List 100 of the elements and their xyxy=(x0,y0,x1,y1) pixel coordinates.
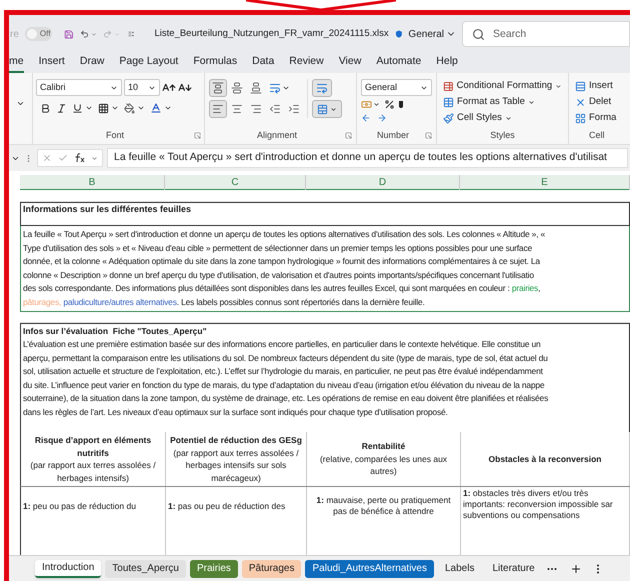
table-header-cell: Obstacles à la reconversion xyxy=(461,432,630,486)
font-color-icon[interactable] xyxy=(150,102,162,114)
table-cell-text: 1: peu ou pas de réduction du xyxy=(23,501,137,512)
wrap-text-button[interactable] xyxy=(312,79,332,97)
sensitivity-button[interactable]: General xyxy=(408,26,456,42)
top-align-button[interactable] xyxy=(209,79,227,97)
column-header[interactable]: B xyxy=(20,175,165,190)
menu-tab[interactable]: View xyxy=(338,53,362,73)
sheet-tab[interactable]: Literature xyxy=(485,560,542,578)
left-align-button[interactable] xyxy=(209,100,227,118)
sheet-tab[interactable]: Introduction xyxy=(35,560,102,578)
underline-caret-icon[interactable] xyxy=(85,104,93,112)
column-header[interactable]: D xyxy=(306,175,460,190)
insert-rows-icon xyxy=(575,80,586,92)
percent-icon[interactable] xyxy=(384,99,395,110)
paintbrush-icon xyxy=(443,112,454,124)
autosave-label: re xyxy=(10,28,19,42)
menu-tab[interactable]: Review xyxy=(289,53,324,73)
menu-tab[interactable]: Help xyxy=(436,53,458,73)
section-title: Infos sur l’évaluation Fiche "Toutes_Aperçu" xyxy=(23,325,208,338)
wrap-text-icon xyxy=(316,82,328,94)
caret-icon xyxy=(528,98,535,106)
middle-align-icon xyxy=(231,82,243,94)
sheet-tab[interactable]: Labels xyxy=(438,560,482,578)
table-header-cell: Potentiel de réduction des GESg (par rapport aux terres assolées / herbages intensifs sur sols marécageux) xyxy=(166,432,307,486)
column-header[interactable]: E xyxy=(460,175,630,190)
window-title: Liste_Beurteilung_Nutzungen_FR_vamr_20241115.xlsx xyxy=(154,26,389,41)
comma-style-icon[interactable] xyxy=(399,101,403,108)
orientation-icon[interactable] xyxy=(269,82,281,94)
search-icon xyxy=(472,28,485,41)
sheet-tab[interactable]: Pâturages xyxy=(242,560,302,578)
styles-menu-button[interactable]: Conditional Formatting xyxy=(443,78,562,94)
sheet-tab[interactable]: Paludi_AutresAlternatives xyxy=(305,560,434,578)
add-sheet-icon[interactable] xyxy=(570,562,582,574)
caret-icon xyxy=(555,82,562,90)
table-cell-text: 1: pas ou peu de réduction des xyxy=(168,501,286,512)
menu-tab[interactable]: Draw xyxy=(80,53,104,73)
cells-menu-button[interactable]: Forma xyxy=(575,110,630,126)
styles-menu-button[interactable]: Format as Table xyxy=(443,94,562,110)
menu-tab[interactable]: Data xyxy=(252,53,274,73)
merge-cells-icon xyxy=(317,104,328,114)
table-icon xyxy=(443,96,454,108)
font-name-select[interactable]: Calibri xyxy=(36,79,122,96)
increase-indent-icon xyxy=(288,103,300,115)
group-label: Font xyxy=(104,128,125,142)
left-align-icon xyxy=(212,103,224,115)
currency-caret-icon[interactable] xyxy=(373,101,380,108)
shield-icon xyxy=(394,28,402,40)
center-align-icon xyxy=(231,103,243,115)
font-size-select[interactable]: 10 xyxy=(124,79,160,96)
fill-caret-icon[interactable] xyxy=(137,104,145,112)
decrease-indent-icon xyxy=(269,103,281,115)
paste-caret-icon[interactable] xyxy=(16,99,25,108)
conditional-formatting-icon xyxy=(443,80,454,92)
evaluation-paragraph: L’évaluation est une première estimation basée sur des informations encore partielles, en particulier dans le contexte helvétique. Elle constitue un aperçu, permettant la comparaison entre les utilisations du sol. De nombreux facteurs dépendent du site (type de marais, type de sol, état actuel du sol, utilisation actuelle et structure de l’exploitation, etc.). L’effet sur l’hydrologie du marais, en particulier, ne peut pas être évalué indépendamment du site. L’influence peut varier en fonction du type de marais, du type d’adaptation du niveau d’eau (irrigation et/ou élévation du niveau de la nappe souterraine), de la situation dans la zone tampon, du système de drainage, etc. Les opérations de remise en eau doivent être planifiées et réalisées dans les règles de l’art. Les niveaux d’eau optimaux sur la surface sont indiqués pour chaque type d’utilisation proposé. xyxy=(23,338,550,419)
sheet-tab[interactable]: Toutes_Aperçu xyxy=(105,560,186,578)
table-cell-text: 1: obstacles très divers et/ou très importants: reconversion impossible sar subventions ou compensations xyxy=(463,488,614,521)
function-caret-icon[interactable] xyxy=(91,154,98,162)
group-label: Number xyxy=(376,128,410,142)
search-field[interactable]: Search xyxy=(462,21,630,47)
delete-icon xyxy=(575,96,586,108)
formula-input[interactable]: La feuille « Tout Aperçu » sert d'introduction et donne un aperçu de toutes les options alternatives d'utilisat xyxy=(107,148,628,168)
format-grid-icon xyxy=(575,112,586,124)
cells-menu-button[interactable]: Delet xyxy=(575,94,630,110)
bold-icon[interactable] xyxy=(40,102,51,114)
top-align-icon xyxy=(212,82,224,94)
underline-icon[interactable] xyxy=(72,102,83,114)
insert-function-icon[interactable] xyxy=(74,153,85,163)
menu-tab[interactable]: Page Layout xyxy=(119,53,178,73)
borders-caret-icon[interactable] xyxy=(111,104,119,112)
increase-decimal-icon[interactable] xyxy=(361,113,371,123)
table-header-cell: Risque d’apport en éléments nutritifs (par rapport aux terres assolées / herbages intensifs) xyxy=(21,432,166,486)
italic-icon[interactable] xyxy=(56,102,67,114)
section-title: Informations sur les différentes feuilles xyxy=(22,203,192,216)
menu-tab[interactable]: Formulas xyxy=(193,53,238,73)
dialog-launcher-icon[interactable] xyxy=(345,132,352,139)
menu-tab[interactable]: Insert xyxy=(38,53,65,73)
customize-toolbar-icon[interactable] xyxy=(128,29,134,39)
fill-color-icon[interactable] xyxy=(124,102,135,114)
column-header[interactable]: C xyxy=(165,175,306,190)
group-label: Cell xyxy=(588,128,606,142)
group-label: Alignment xyxy=(256,128,298,142)
bottom-align-icon xyxy=(250,82,262,94)
table-header-cell: Rentabilité (relative, comparées les unes aux autres) xyxy=(307,432,461,486)
number-format-select[interactable]: General xyxy=(361,79,432,96)
info-paragraph: La feuille « Tout Aperçu » sert d'introduction et donne un aperçu de toutes les options alternatives d'utilisation des sols. Les colonnes « Altitude », « Type d'utilisation des sols » et « Niveau d'eau cible » permettent de sélectionner dans un premier temps les options possibles pour une surface donnée, et la colonne « Adéquation optimale du site dans la zone tampon hydrologique » fournit des informations complémentaires à ce sujet. La colonne « Description » donne un bref aperçu du type d'utilisation, de valorisation et d'autres points importants/spécifiques concernant l'utilisatio des sols correspondante. Des informations plus détaillées sont disponibles dans les autres feuilles Excel, qui sont marquées en couleur : prairies, pâturages, paludiculture/autres alternatives. Les labels possibles connus sont répertoriés dans la dernière feuille. xyxy=(20,226,630,312)
dialog-launcher-icon[interactable] xyxy=(425,132,432,139)
orientation-caret-icon[interactable] xyxy=(282,84,290,92)
dialog-launcher-icon[interactable] xyxy=(194,132,201,139)
merge-button[interactable] xyxy=(312,100,342,118)
sheet-tab[interactable]: Prairies xyxy=(190,560,238,578)
right-align-icon xyxy=(250,103,262,115)
group-label: Styles xyxy=(489,128,516,142)
cells-menu-button[interactable]: Insert xyxy=(575,78,630,94)
autosave-toggle[interactable]: Off xyxy=(24,27,52,41)
menu-tab[interactable]: Automate xyxy=(376,53,422,73)
decrease-decimal-icon[interactable] xyxy=(377,113,387,123)
borders-icon[interactable] xyxy=(98,102,109,114)
font-color-caret-icon[interactable] xyxy=(164,104,172,112)
styles-menu-button[interactable]: Cell Styles xyxy=(443,110,562,126)
